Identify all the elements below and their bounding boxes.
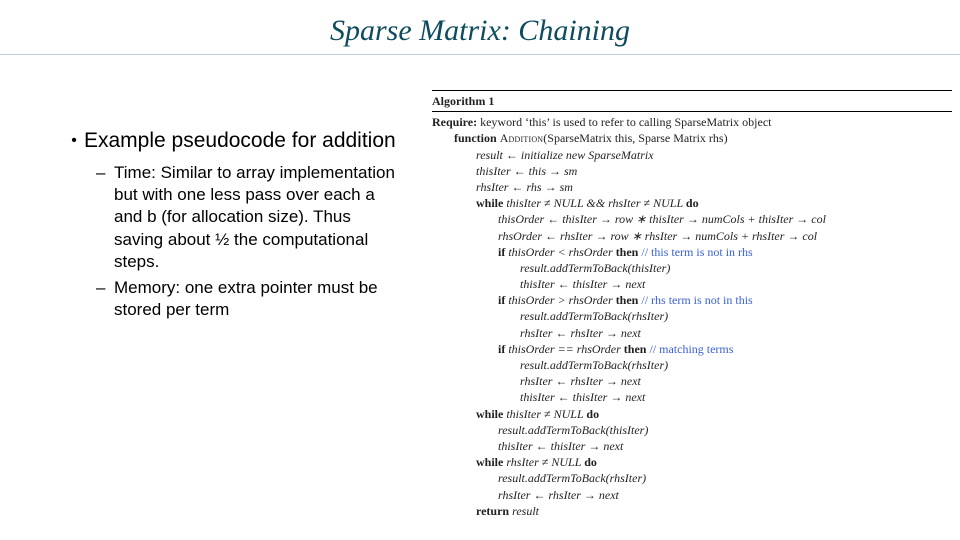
algorithm-caption: Algorithm 1: [432, 93, 952, 109]
line-rhsiter-init: rhsIter ← rhs → sm: [432, 179, 952, 195]
do-keyword: do: [586, 407, 599, 421]
line-rhsorder: rhsOrder ← rhsIter → row ∗ rhsIter → num…: [432, 228, 952, 244]
line-next-rhs-3: rhsIter ← rhsIter → next: [432, 487, 952, 503]
sub-bullet-time-text: Time: Similar to array implementation bu…: [114, 162, 404, 272]
line-next-this-1: thisIter ← thisIter → next: [432, 276, 952, 292]
while-keyword: while: [476, 196, 503, 210]
line-result-init: result ← initialize new SparseMatrix: [432, 147, 952, 163]
line-next-this-3: thisIter ← thisIter → next: [432, 438, 952, 454]
require-text: keyword ‘this’ is used to refer to calli…: [477, 115, 771, 129]
line-add-rhs-3: result.addTermToBack(rhsIter): [432, 470, 952, 486]
while-cond-main: thisIter ≠ NULL && rhsIter ≠ NULL: [503, 196, 686, 210]
then-keyword: then: [616, 245, 639, 259]
while-keyword: while: [476, 407, 503, 421]
body-left: • Example pseudocode for addition – Time…: [64, 128, 404, 325]
function-name: Addition: [500, 131, 544, 145]
sub-bullet-memory-text: Memory: one extra pointer must be stored…: [114, 277, 404, 321]
return-keyword: return: [476, 504, 509, 518]
do-keyword: do: [686, 196, 699, 210]
sub-bullets: – Time: Similar to array implementation …: [96, 162, 404, 321]
slide-title: Sparse Matrix: Chaining: [0, 14, 960, 48]
function-keyword: function: [454, 131, 497, 145]
sub-bullet-time: – Time: Similar to array implementation …: [96, 162, 404, 272]
bullet-icon: •: [64, 128, 84, 154]
line-add-this-2: result.addTermToBack(thisIter): [432, 422, 952, 438]
slide: Sparse Matrix: Chaining • Example pseudo…: [0, 0, 960, 540]
cond-eq: thisOrder == rhsOrder: [505, 342, 623, 356]
line-next-this-2: thisIter ← thisIter → next: [432, 389, 952, 405]
comment-lt: // this term is not in rhs: [641, 245, 752, 259]
algorithm-box: Algorithm 1 Require: keyword ‘this’ is u…: [432, 90, 952, 519]
bullet-text: Example pseudocode for addition: [84, 128, 396, 154]
cond-tail-this: thisIter ≠ NULL: [503, 407, 586, 421]
line-thisiter-init: thisIter ← this → sm: [432, 163, 952, 179]
line-next-rhs-1: rhsIter ← rhsIter → next: [432, 325, 952, 341]
then-keyword: then: [624, 342, 647, 356]
dash-icon: –: [96, 277, 114, 299]
line-add-this-1: result.addTermToBack(thisIter): [432, 260, 952, 276]
cond-gt: thisOrder > rhsOrder: [505, 293, 615, 307]
line-thisorder: thisOrder ← thisIter → row ∗ thisIter → …: [432, 211, 952, 227]
cond-tail-rhs: rhsIter ≠ NULL: [503, 455, 584, 469]
comment-eq: // matching terms: [649, 342, 733, 356]
dash-icon: –: [96, 162, 114, 184]
comment-gt: // rhs term is not in this: [641, 293, 752, 307]
do-keyword: do: [584, 455, 597, 469]
function-args: (SparseMatrix this, Sparse Matrix rhs): [543, 131, 727, 145]
require-keyword: Require:: [432, 115, 477, 129]
line-add-rhs-1: result.addTermToBack(rhsIter): [432, 308, 952, 324]
cond-lt: thisOrder < rhsOrder: [505, 245, 615, 259]
algorithm-body: Require: keyword ‘this’ is used to refer…: [432, 114, 952, 519]
line-next-rhs-2: rhsIter ← rhsIter → next: [432, 373, 952, 389]
title-underline: [0, 54, 960, 55]
sub-bullet-memory: – Memory: one extra pointer must be stor…: [96, 277, 404, 321]
while-keyword: while: [476, 455, 503, 469]
bullet-main: • Example pseudocode for addition: [64, 128, 404, 154]
line-add-rhs-2: result.addTermToBack(rhsIter): [432, 357, 952, 373]
return-value: result: [512, 504, 539, 518]
then-keyword: then: [616, 293, 639, 307]
algorithm-label: Algorithm 1: [432, 94, 494, 108]
